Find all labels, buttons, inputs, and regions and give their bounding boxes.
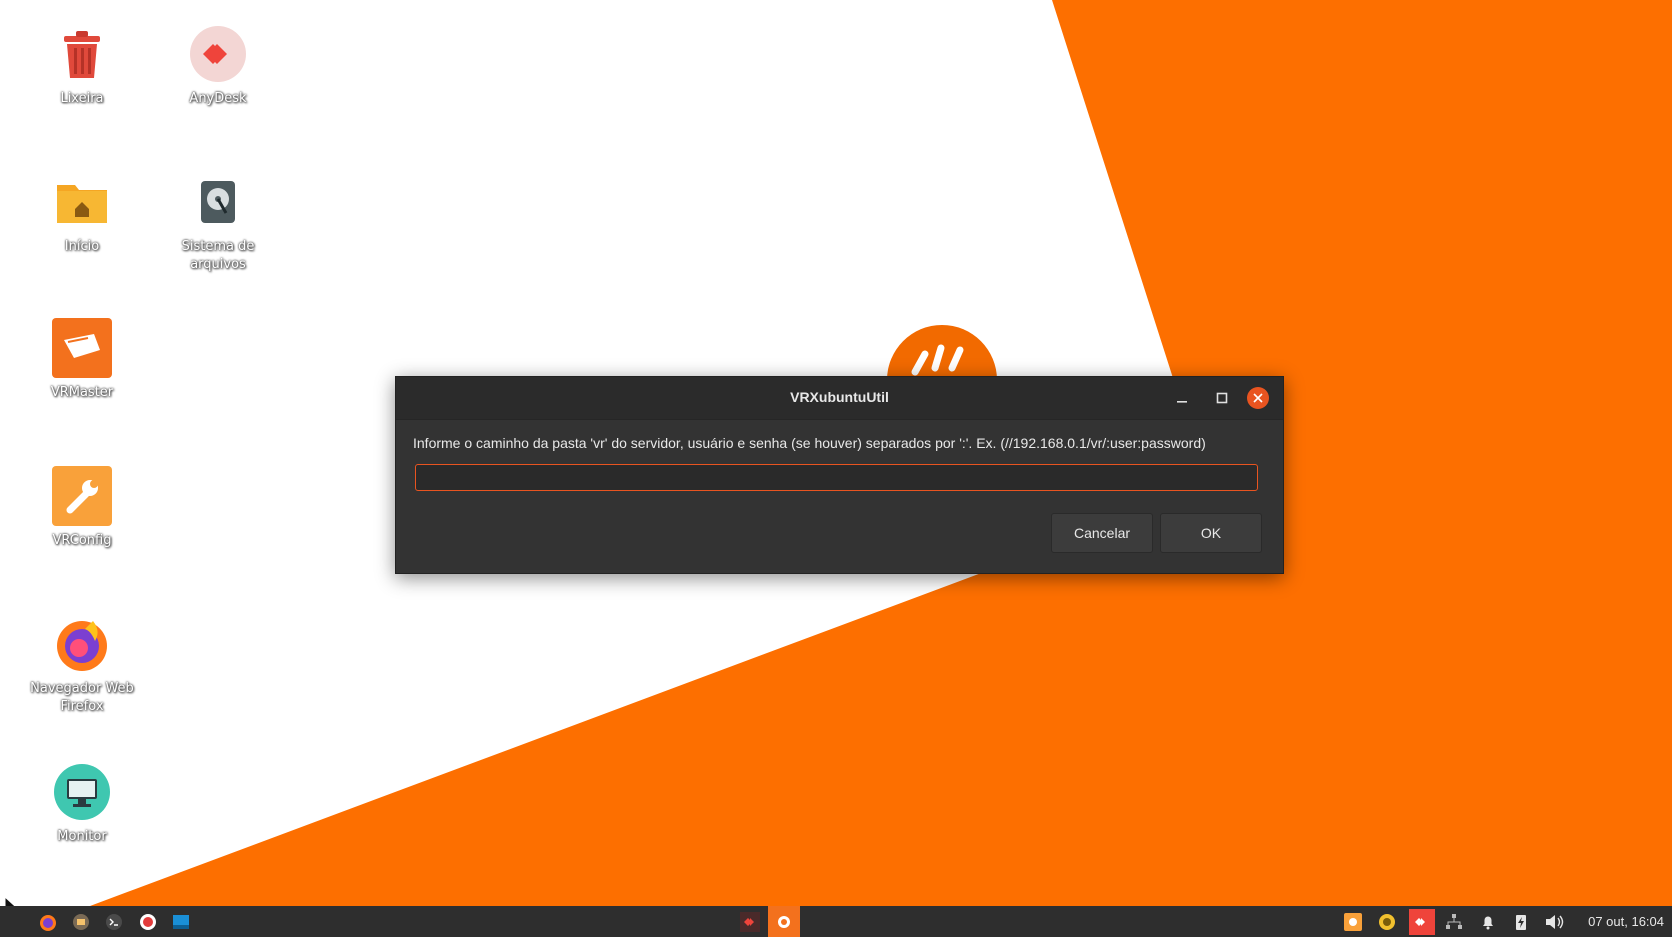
desktop-icon-label: Início (64, 239, 100, 254)
monitor-icon (50, 760, 114, 824)
anydesk-icon (186, 22, 250, 86)
desktop-icon-firefox[interactable]: Navegador Web Firefox (18, 612, 146, 716)
volume-icon (1546, 915, 1564, 929)
desktop-icon-label: Navegador Web Firefox (30, 681, 134, 714)
show-desktop-icon (173, 915, 189, 929)
desktop-icon-label: VRConfig (52, 533, 112, 548)
dialog-title: VRXubuntuUtil (790, 389, 889, 405)
tray-network[interactable] (1444, 912, 1464, 932)
tray-app-icon (1344, 913, 1362, 931)
dialog-titlebar[interactable]: VRXubuntuUtil (396, 377, 1283, 420)
desktop-icon-trash[interactable]: Lixeira (18, 22, 146, 108)
desktop-icon-home[interactable]: Início (18, 170, 146, 256)
desktop-icon-label: VRMaster (50, 385, 114, 400)
coin-icon (1379, 914, 1395, 930)
vrmaster-icon (50, 316, 114, 380)
network-icon (1446, 914, 1462, 929)
taskbar-desktop-launcher[interactable] (171, 912, 191, 932)
file-manager-icon (73, 914, 89, 930)
home-folder-icon (50, 170, 114, 234)
tray-vrconfig[interactable] (1343, 912, 1363, 932)
bell-icon (1483, 916, 1493, 930)
desktop-icon-monitor[interactable]: Monitor (18, 760, 146, 846)
minimize-button[interactable] (1171, 387, 1193, 409)
taskbar-terminal-launcher[interactable] (104, 912, 124, 932)
taskbar-firefox-launcher[interactable] (38, 912, 58, 932)
tray-notifications[interactable] (1478, 912, 1498, 932)
firefox-icon (50, 612, 114, 676)
minimize-icon (1177, 401, 1187, 403)
firefox-icon (40, 915, 56, 931)
server-path-input[interactable] (415, 464, 1258, 491)
maximize-icon (1216, 392, 1228, 404)
record-icon (140, 914, 156, 930)
terminal-icon (106, 914, 122, 930)
desktop-icon-vrmaster[interactable]: VRMaster (18, 316, 146, 402)
desktop-icon-label: Lixeira (60, 91, 104, 106)
taskbar: 07 out, 16:04 (0, 906, 1672, 937)
clock[interactable]: 07 out, 16:04 (1588, 914, 1664, 929)
taskbar-window-anydesk[interactable] (740, 912, 760, 932)
harddisk-icon (186, 170, 250, 234)
desktop-icon-anydesk[interactable]: AnyDesk (154, 22, 282, 108)
vrxubuntuutil-dialog: VRXubuntuUtil Informe o caminho da pasta… (395, 376, 1284, 574)
taskbar-window-vrxubuntuutil[interactable] (768, 906, 800, 937)
close-button[interactable] (1247, 387, 1269, 409)
desktop-icon-vrconfig[interactable]: VRConfig (18, 464, 146, 550)
maximize-button[interactable] (1211, 387, 1233, 409)
tray-power[interactable] (1511, 912, 1531, 932)
desktop-icon-filesystem[interactable]: Sistema de arquivos (154, 170, 282, 274)
desktop-icon-label: Sistema de arquivos (181, 239, 255, 272)
desktop-icon-label: Monitor (57, 829, 107, 844)
ok-button[interactable]: OK (1160, 513, 1262, 553)
taskbar-recorder-launcher[interactable] (138, 912, 158, 932)
taskbar-files-launcher[interactable] (71, 912, 91, 932)
tray-anydesk[interactable] (1409, 909, 1435, 935)
dialog-prompt: Informe o caminho da pasta 'vr' do servi… (413, 435, 1206, 451)
wrench-icon (50, 464, 114, 528)
cancel-button[interactable]: Cancelar (1051, 513, 1153, 553)
vrxubuntuutil-app-icon (778, 915, 790, 928)
anydesk-icon (740, 912, 760, 932)
battery-charging-icon (1516, 915, 1526, 930)
desktop-icon-label: AnyDesk (189, 91, 247, 106)
tray-volume[interactable] (1544, 912, 1564, 932)
tray-coin[interactable] (1377, 912, 1397, 932)
anydesk-icon (1415, 918, 1425, 926)
close-icon (1253, 393, 1263, 403)
trash-icon (50, 22, 114, 86)
